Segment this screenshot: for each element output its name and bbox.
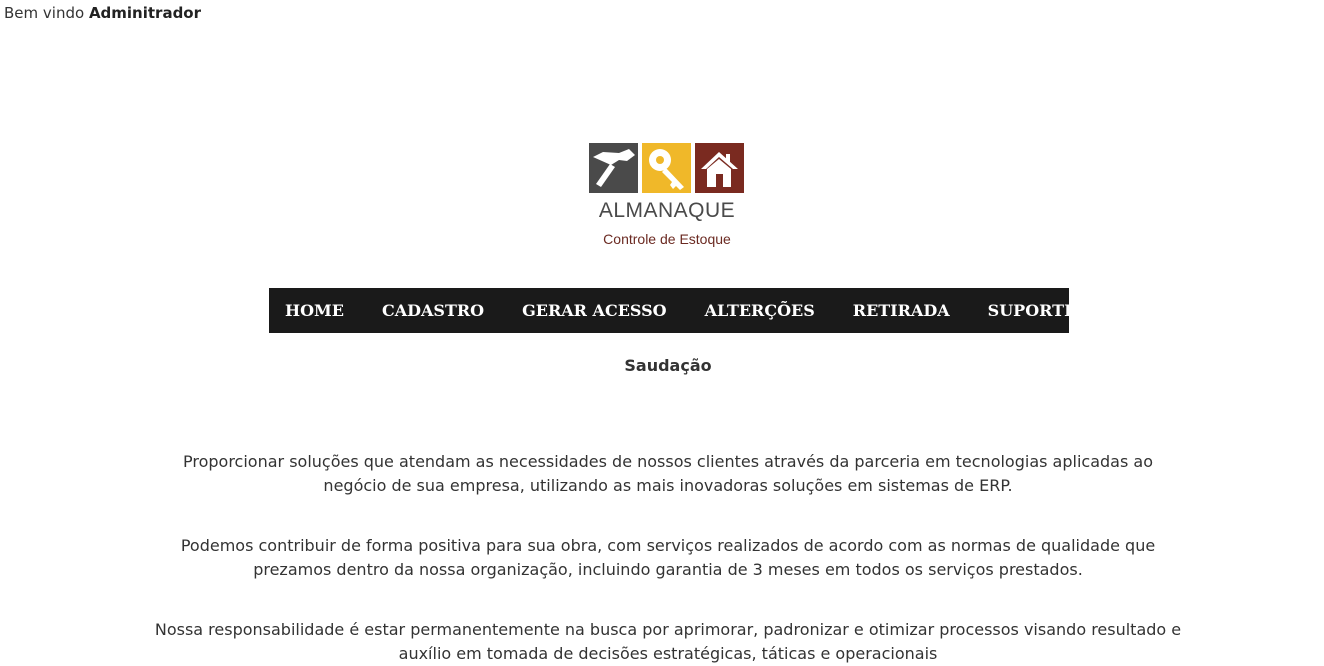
nav-item-retirada[interactable]: RETIRADA — [853, 301, 950, 320]
nav-item-gerar-acesso[interactable]: GERAR ACESSO — [522, 301, 666, 320]
hammer-icon — [589, 143, 638, 193]
user-name: Adminitrador — [88, 4, 202, 22]
nav-item-suporte[interactable]: SUPORTE — [988, 301, 1077, 320]
paragraph-contribution: Podemos contribuir de forma positiva par… — [180, 536, 1156, 579]
brand-logo[interactable]: ALMANAQUE Controle de Estoque — [588, 143, 748, 253]
page-title: Saudação — [624, 356, 712, 375]
nav-item-home[interactable]: HOME — [285, 301, 344, 320]
logo-subtitle: Controle de Estoque — [603, 231, 731, 247]
key-icon — [642, 143, 691, 193]
main-navigation: HOME CADASTRO GERAR ACESSO ALTERÇÕES RET… — [269, 288, 1076, 333]
paragraph-responsibility: Nossa responsabilidade é estar permanent… — [154, 620, 1182, 663]
nav-item-alteracoes[interactable]: ALTERÇÕES — [705, 301, 815, 320]
house-icon — [695, 143, 744, 193]
logo-title: ALMANAQUE — [598, 199, 736, 222]
nav-item-cadastro[interactable]: CADASTRO — [382, 301, 484, 320]
welcome-prefix: Bem vindo — [4, 4, 85, 22]
logo-tiles — [589, 143, 748, 193]
welcome-message: Bem vindo Adminitrador — [4, 4, 201, 22]
paragraph-mission: Proporcionar soluções que atendam as nec… — [183, 452, 1153, 495]
